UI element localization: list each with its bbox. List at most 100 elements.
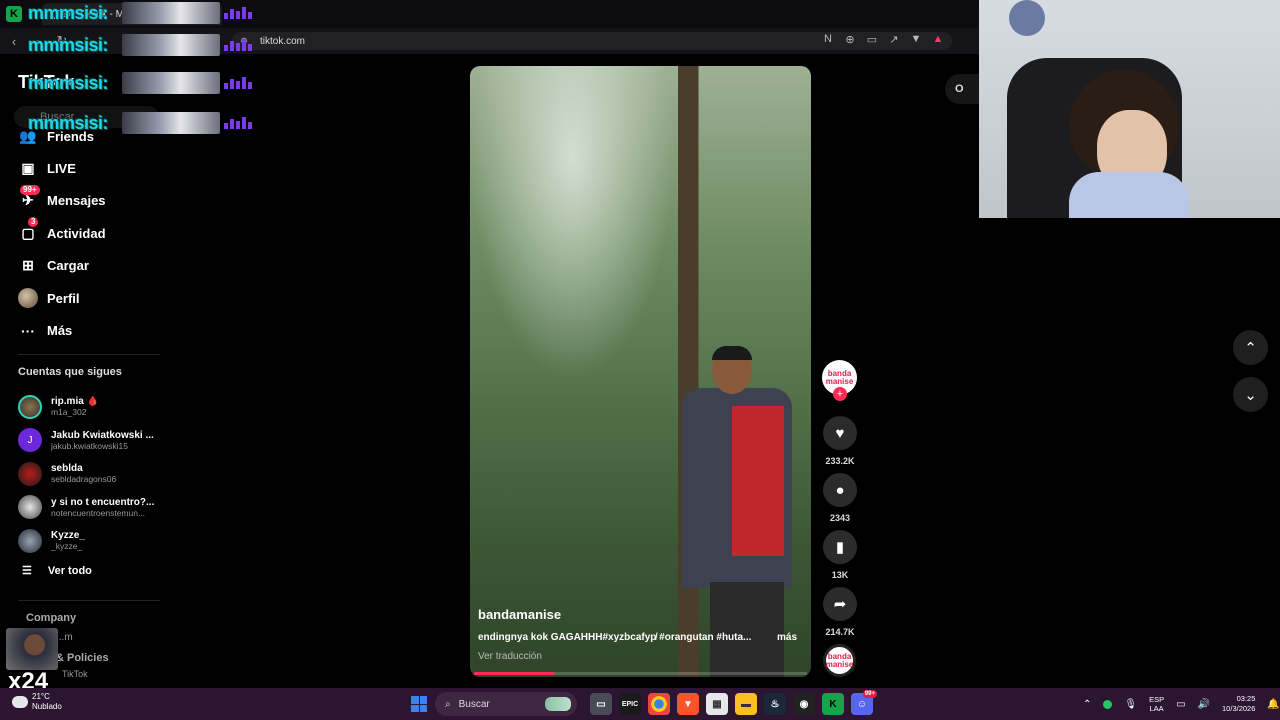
chat-overlay-thumbnail: [122, 72, 220, 94]
footer-policies-link[interactable]: & Policies: [56, 652, 109, 664]
microphone-icon[interactable]: 🎙: [1124, 699, 1137, 710]
save-action[interactable]: ▮ 13K: [822, 530, 858, 580]
more-icon: ···: [21, 322, 35, 339]
chevron-up-icon[interactable]: ⌃: [1083, 699, 1091, 710]
audio-bars-icon: [224, 39, 256, 51]
cloud-icon: [12, 696, 28, 708]
following-list: rip.mia 🩸 m1a_302 J Jakub Kwiatkowski ..…: [18, 390, 163, 558]
account-handle: jakub.kwiatkowski15: [51, 440, 129, 451]
network-icon[interactable]: ▭: [1176, 699, 1185, 710]
sidebar-item-label: Más: [47, 323, 73, 339]
like-action[interactable]: ♥ 233.2K: [822, 416, 858, 466]
messages-badge: 99+: [20, 184, 40, 195]
chrome-icon[interactable]: [648, 693, 670, 715]
obs-icon[interactable]: ◉: [793, 693, 815, 715]
account-name: y si no t encuentro?...: [51, 496, 155, 508]
sidebar-item-live[interactable]: ▣ LIVE: [18, 152, 168, 184]
account-name: rip.mia 🩸: [51, 396, 100, 408]
store-icon[interactable]: ▦: [706, 693, 728, 715]
next-video-button[interactable]: ⌄: [1233, 377, 1268, 412]
chat-overlay-row: mmmsisi:: [0, 70, 256, 96]
language-indicator[interactable]: ESP LAA: [1149, 695, 1164, 713]
file-explorer-icon[interactable]: ▬: [735, 693, 757, 715]
chat-overlay-row: mmmsisi:: [0, 110, 256, 136]
list-item[interactable]: Kyzze_ _kyzze_: [18, 524, 163, 558]
account-name: seblda: [51, 463, 83, 475]
sidebar: TikTok Buscar 👥 Friends ▣ LIVE ✈ 99+ Mens…: [0, 54, 165, 688]
cast-icon[interactable]: ▭: [866, 33, 878, 46]
clock-time: 03:25: [1236, 694, 1256, 703]
account-handle: sebldadragons06: [51, 474, 117, 485]
brave-rewards-icon[interactable]: ▲: [932, 33, 944, 46]
search-icon: ⌕: [445, 698, 451, 710]
sidebar-item-label: Perfil: [47, 290, 80, 306]
video-subject: [682, 346, 802, 677]
brave-icon[interactable]: ▼: [677, 693, 699, 715]
kick-icon[interactable]: K: [822, 693, 844, 715]
task-view-icon[interactable]: ▭: [590, 693, 612, 715]
comment-icon[interactable]: ●: [823, 473, 857, 507]
list-item[interactable]: seblda sebldadragons06: [18, 457, 163, 491]
screen: K (99+) TikTok - Ma ‹ › ↻ ⚙ tiktok.com N…: [0, 0, 1280, 720]
music-disc[interactable]: banda manise: [823, 644, 856, 677]
account-handle: notencuentroenstemun...: [51, 507, 146, 518]
previous-video-button[interactable]: ⌃: [1233, 330, 1268, 365]
bookmark-icon[interactable]: ▮: [823, 530, 857, 564]
audio-bars-icon: [224, 77, 256, 89]
volume-icon[interactable]: 🔊: [1198, 699, 1210, 710]
steam-icon[interactable]: ♨: [764, 693, 786, 715]
chat-overlay-row: mmmsisi:: [0, 32, 256, 58]
sidebar-item-profile[interactable]: Perfil: [18, 282, 168, 314]
chevron-down-icon: ⌄: [1244, 386, 1257, 404]
save-count: 13K: [831, 570, 849, 580]
video-player[interactable]: bandamanise endingnya kok GAGAHHH#xyzbca…: [470, 66, 811, 677]
brave-shield-icon[interactable]: ▼: [910, 33, 922, 46]
address-bar[interactable]: ⚙ tiktok.com N ⊕ ▭ ↗ ▼ ▲: [232, 32, 952, 50]
side-pill-label: O: [955, 83, 964, 95]
caption-more-link[interactable]: más: [777, 632, 797, 643]
share-arrow-icon[interactable]: ➦: [823, 587, 857, 621]
taskbar-search[interactable]: ⌕ Buscar: [435, 692, 577, 716]
follow-plus-icon[interactable]: +: [833, 387, 847, 401]
temperature: 21°C: [32, 692, 50, 701]
list-item[interactable]: J Jakub Kwiatkowski ... jakub.kwiatkowsk…: [18, 424, 163, 458]
comment-action[interactable]: ● 2343: [822, 473, 858, 523]
comment-count: 2343: [829, 513, 851, 523]
status-dot-icon[interactable]: [1103, 699, 1113, 709]
chat-overlay-name: mmmsisi:: [28, 72, 109, 93]
footer-company-link[interactable]: Company: [26, 612, 76, 624]
share-action[interactable]: ➦ 214.7K: [822, 587, 858, 637]
footer-program-link[interactable]: ...m: [56, 632, 73, 643]
zoom-icon[interactable]: ⊕: [844, 33, 856, 46]
heart-icon[interactable]: ♥: [823, 416, 857, 450]
windows-start-icon[interactable]: [411, 696, 427, 712]
list-item[interactable]: rip.mia 🩸 m1a_302: [18, 390, 163, 424]
discord-icon[interactable]: ☺ 99+: [851, 690, 877, 715]
video-username[interactable]: bandamanise: [478, 607, 561, 622]
chat-overlay-thumbnail: [122, 34, 220, 56]
translate-link[interactable]: Ver traducción: [478, 651, 542, 662]
sidebar-item-messages[interactable]: ✈ 99+ Mensajes: [18, 184, 168, 217]
see-all-link[interactable]: ☰ Ver todo: [22, 564, 92, 578]
like-count: 233.2K: [825, 456, 855, 466]
video-progress-bar[interactable]: [474, 672, 807, 675]
weather-widget[interactable]: 21°C Nublado: [12, 692, 62, 712]
notification-icon[interactable]: 🔔: [1267, 699, 1279, 710]
epic-games-icon[interactable]: EPIC: [619, 693, 641, 715]
share-count: 214.7K: [825, 627, 855, 637]
sidebar-menu: 👥 Friends ▣ LIVE ✈ 99+ Mensajes ▢ 3 Activi…: [18, 120, 168, 347]
no-translate-icon[interactable]: N: [822, 33, 834, 46]
chat-overlay-thumbnail: [122, 2, 220, 24]
avatar: [18, 461, 42, 486]
sidebar-item-activity[interactable]: ▢ 3 Actividad: [18, 217, 168, 249]
clock[interactable]: 03:25 10/3/2026: [1222, 694, 1255, 714]
divider: [18, 600, 160, 601]
share-icon[interactable]: ↗: [888, 33, 900, 46]
see-all-label: Ver todo: [47, 564, 92, 577]
avatar: J: [18, 428, 42, 453]
list-item[interactable]: y si no t encuentro?... notencuentroenst…: [18, 491, 163, 525]
list-icon: ☰: [22, 565, 32, 577]
sidebar-item-upload[interactable]: ⊞ Cargar: [18, 250, 168, 282]
chevron-up-icon: ⌃: [1244, 339, 1257, 357]
sidebar-item-more[interactable]: ··· Más: [18, 314, 168, 346]
